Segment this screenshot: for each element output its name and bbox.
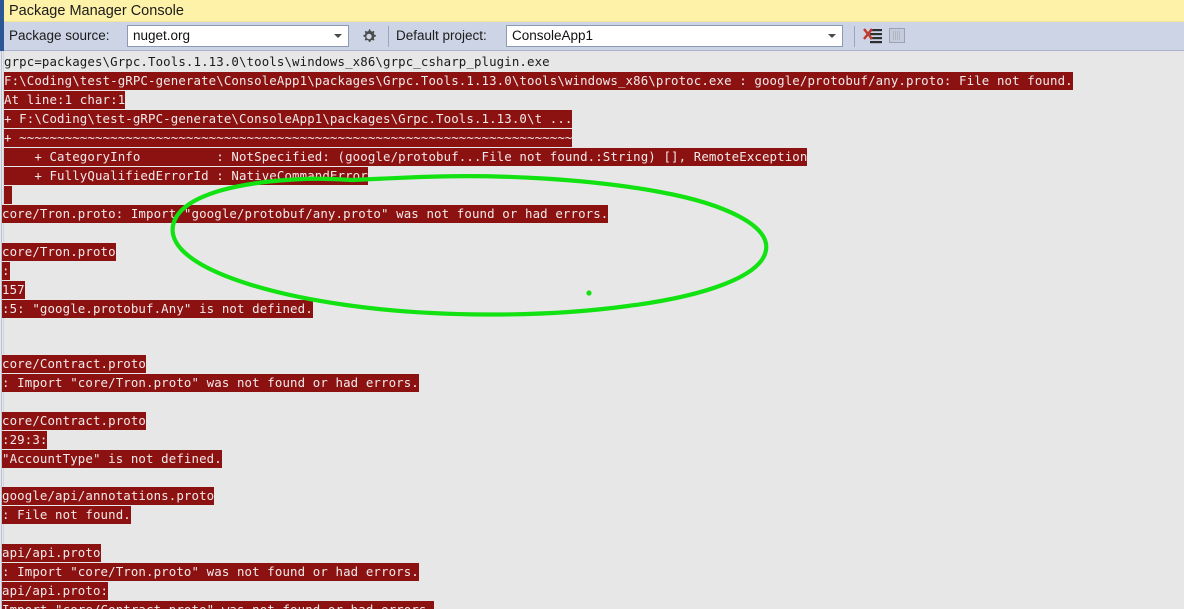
chevron-down-icon (334, 34, 342, 38)
toolbar-separator-1 (388, 26, 389, 47)
console-line: + FullyQualifiedErrorId : NativeCommandE… (4, 167, 368, 185)
default-project-label: Default project: (396, 28, 487, 43)
console-line: At line:1 char:1 (4, 91, 126, 109)
console-left-border (1, 51, 2, 609)
console-text: grpc=packages\Grpc.Tools.1.13.0\tools\wi… (4, 54, 550, 69)
console-error-text: + ~~~~~~~~~~~~~~~~~~~~~~~~~~~~~~~~~~~~~~… (4, 129, 573, 147)
package-source-select[interactable]: nuget.org (127, 25, 349, 47)
console-error-text: : (2, 262, 10, 280)
title-accent-bar (0, 0, 4, 22)
console-error-text: core/Tron.proto: Import "google/protobuf… (2, 205, 609, 223)
console-line: :5: "google.protobuf.Any" is not defined… (2, 300, 313, 318)
console-error-text: F:\Coding\test-gRPC-generate\ConsoleApp1… (4, 72, 1073, 90)
console-error-text: :29:3: (2, 431, 48, 449)
console-line: : (2, 262, 10, 280)
stop-button[interactable] (889, 28, 905, 43)
package-source-label: Package source: (9, 28, 110, 43)
console-line: api/api.proto (2, 544, 101, 562)
console-error-text: : File not found. (2, 506, 131, 524)
console-error-text (4, 186, 12, 204)
window-title-bar: Package Manager Console (0, 0, 1184, 22)
console-error-text: At line:1 char:1 (4, 91, 126, 109)
console-error-text: + F:\Coding\test-gRPC-generate\ConsoleAp… (4, 110, 573, 128)
package-manager-console-window: Package Manager Console Package source: … (0, 0, 1184, 609)
settings-button[interactable] (357, 25, 381, 48)
toolbar-accent-bar (0, 22, 4, 51)
console-line: : Import "core/Tron.proto" was not found… (2, 563, 419, 581)
clear-console-icon (863, 28, 882, 44)
console-error-text: api/api.proto: (2, 582, 109, 600)
console-error-text: + CategoryInfo : NotSpecified: (google/p… (4, 148, 808, 166)
stop-icon (893, 31, 901, 40)
console-line (4, 186, 12, 204)
console-error-text: Import "core/Contract.proto" was not fou… (2, 601, 435, 609)
console-line: google/api/annotations.proto (2, 487, 215, 505)
console-line: : File not found. (2, 506, 131, 524)
console-line: Import "core/Contract.proto" was not fou… (2, 601, 435, 609)
console-error-text: : Import "core/Tron.proto" was not found… (2, 563, 419, 581)
console-error-text: + FullyQualifiedErrorId : NativeCommandE… (4, 167, 368, 185)
console-line: core/Tron.proto: Import "google/protobuf… (2, 205, 609, 223)
console-error-text: api/api.proto (2, 544, 101, 562)
console-line: core/Tron.proto (2, 243, 116, 261)
clear-console-button[interactable] (862, 26, 884, 47)
console-line: "AccountType" is not defined. (2, 450, 222, 468)
console-output[interactable]: grpc=packages\Grpc.Tools.1.13.0\tools\wi… (0, 51, 1184, 609)
console-error-text: :5: "google.protobuf.Any" is not defined… (2, 300, 313, 318)
console-error-text: 157 (2, 281, 25, 299)
default-project-select[interactable]: ConsoleApp1 (506, 25, 843, 47)
console-error-text: "AccountType" is not defined. (2, 450, 222, 468)
console-line: 157 (2, 281, 25, 299)
console-line: + F:\Coding\test-gRPC-generate\ConsoleAp… (4, 110, 573, 128)
console-error-text: core/Contract.proto (2, 412, 147, 430)
console-error-text: : Import "core/Tron.proto" was not found… (2, 374, 419, 392)
toolbar-separator-2 (854, 26, 855, 47)
console-line: : Import "core/Tron.proto" was not found… (2, 374, 419, 392)
console-line: grpc=packages\Grpc.Tools.1.13.0\tools\wi… (4, 54, 550, 70)
console-line: core/Contract.proto (2, 355, 147, 373)
default-project-value: ConsoleApp1 (512, 28, 594, 43)
page-title: Package Manager Console (9, 3, 184, 19)
console-line: :29:3: (2, 431, 48, 449)
package-source-value: nuget.org (133, 28, 191, 43)
console-line: core/Contract.proto (2, 412, 147, 430)
console-error-text: google/api/annotations.proto (2, 487, 215, 505)
console-toolbar: Package source: nuget.org Default projec… (0, 22, 1184, 51)
console-line: + ~~~~~~~~~~~~~~~~~~~~~~~~~~~~~~~~~~~~~~… (4, 129, 573, 147)
gear-icon (363, 29, 376, 43)
chevron-down-icon (828, 34, 836, 38)
console-error-text: core/Tron.proto (2, 243, 116, 261)
console-error-text: core/Contract.proto (2, 355, 147, 373)
console-line: + CategoryInfo : NotSpecified: (google/p… (4, 148, 808, 166)
console-line: F:\Coding\test-gRPC-generate\ConsoleApp1… (4, 72, 1073, 90)
console-line: api/api.proto: (2, 582, 109, 600)
